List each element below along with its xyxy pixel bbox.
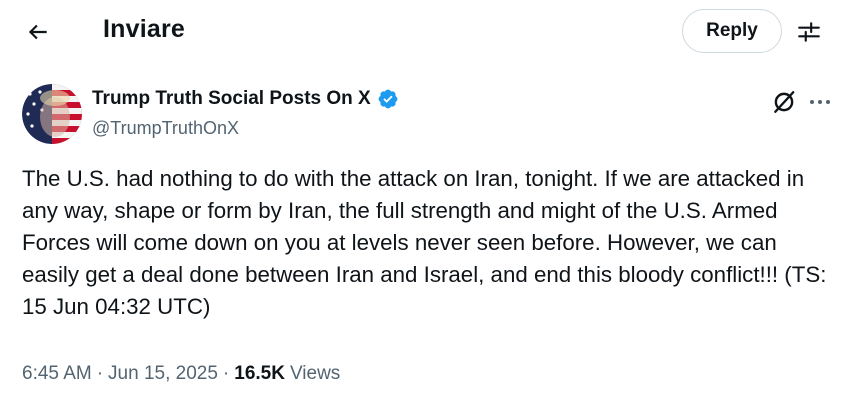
views-label: Views: [289, 363, 341, 384]
avatar-image: [22, 84, 82, 144]
verified-badge-icon[interactable]: [377, 88, 399, 110]
separator: ·: [96, 363, 104, 384]
post-date[interactable]: Jun 15, 2025: [108, 363, 218, 385]
avatar[interactable]: [22, 84, 82, 144]
more-button[interactable]: [805, 88, 835, 116]
page-title: Inviare: [103, 15, 186, 43]
post-time[interactable]: 6:45 AM: [22, 363, 92, 385]
separator: ·: [222, 363, 230, 384]
top-bar: Inviare Reply: [0, 0, 850, 64]
post-metadata: 6:45 AM · Jun 15, 2025 · 16.5K Views: [22, 363, 340, 385]
post-text: The U.S. had nothing to do with the atta…: [22, 166, 827, 319]
more-horizontal-icon: [810, 100, 830, 104]
author-name[interactable]: Trump Truth Social Posts On X: [92, 88, 371, 110]
sliders-icon: [798, 22, 820, 42]
author-row: Trump Truth Social Posts On X: [92, 88, 399, 110]
settings-button[interactable]: [791, 14, 827, 50]
views-count[interactable]: 16.5K: [234, 363, 285, 385]
grok-button[interactable]: [770, 88, 798, 116]
arrow-left-icon: [28, 24, 47, 40]
reply-button[interactable]: Reply: [682, 9, 782, 53]
grok-icon: [774, 91, 795, 113]
author-handle[interactable]: @TrumpTruthOnX: [92, 118, 239, 139]
back-button[interactable]: [20, 14, 56, 50]
